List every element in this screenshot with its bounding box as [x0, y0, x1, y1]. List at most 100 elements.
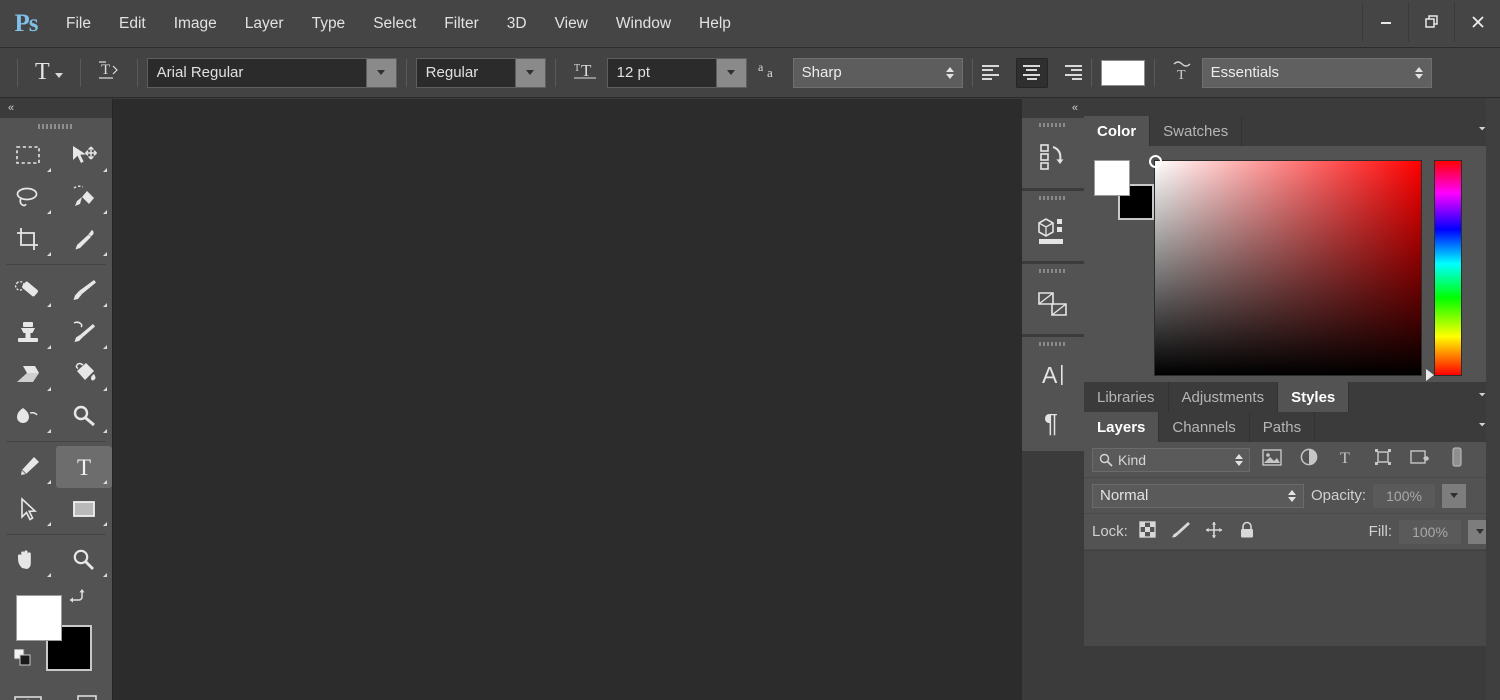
eyedropper-tool[interactable]	[56, 218, 112, 260]
restore-button[interactable]	[1408, 2, 1454, 42]
toolbar-collapse-button[interactable]: «	[0, 98, 112, 118]
menu-file[interactable]: File	[52, 0, 105, 48]
layer-filter-kind-select[interactable]: Kind	[1092, 447, 1250, 472]
warp-text-button[interactable]: T	[1164, 58, 1202, 87]
menu-edit[interactable]: Edit	[105, 0, 160, 48]
menu-3d[interactable]: 3D	[493, 0, 541, 48]
foreground-color-swatch[interactable]	[16, 595, 62, 641]
screen-mode-icon[interactable]	[56, 683, 112, 700]
layers-list[interactable]	[1084, 98, 1500, 700]
panel-drag-grip[interactable]	[1022, 337, 1084, 351]
toolbar-drag-grip[interactable]	[0, 118, 112, 134]
spot-healing-brush-tool[interactable]	[0, 269, 56, 311]
menu-type[interactable]: Type	[298, 0, 360, 48]
text-color-swatch[interactable]	[1100, 59, 1145, 86]
menu-filter[interactable]: Filter	[430, 0, 492, 48]
lock-transparent-pixels-icon[interactable]	[1135, 521, 1161, 542]
tab-adjustments[interactable]: Adjustments	[1168, 382, 1279, 412]
filter-smart-object-icon[interactable]	[1405, 448, 1435, 471]
icon-dock-collapse-button[interactable]: «	[1022, 98, 1084, 118]
quick-mask-icon[interactable]	[0, 683, 56, 700]
tab-swatches[interactable]: Swatches	[1150, 116, 1243, 146]
filter-adjustment-layers-icon[interactable]	[1294, 448, 1324, 471]
move-tool[interactable]	[56, 134, 112, 176]
crop-tool[interactable]	[0, 218, 56, 260]
workspace-select[interactable]: Essentials	[1201, 57, 1432, 88]
panel-drag-grip[interactable]	[1022, 118, 1084, 132]
filter-toggle-icon[interactable]	[1442, 447, 1472, 472]
close-button[interactable]	[1454, 2, 1500, 42]
pen-tool[interactable]	[0, 446, 56, 488]
options-divider	[971, 58, 973, 87]
paint-bucket-tool[interactable]	[56, 353, 112, 395]
filter-shape-layers-icon[interactable]	[1368, 448, 1398, 471]
align-center-button[interactable]	[1015, 57, 1048, 88]
tab-channels[interactable]: Channels	[1159, 412, 1250, 442]
align-left-button[interactable]	[981, 58, 1014, 88]
document-canvas-area[interactable]	[112, 98, 1022, 700]
tab-styles[interactable]: Styles	[1278, 382, 1350, 412]
3d-panel-icon[interactable]	[1022, 205, 1084, 257]
filter-pixel-layers-icon[interactable]	[1257, 448, 1287, 471]
hue-slider[interactable]	[1426, 160, 1462, 381]
blur-tool[interactable]	[0, 395, 56, 437]
tab-layers[interactable]: Layers	[1084, 412, 1160, 442]
zoom-tool[interactable]	[56, 539, 112, 581]
character-panel-icon[interactable]: A	[1022, 351, 1084, 399]
hue-slider-marker[interactable]	[1426, 369, 1434, 381]
opacity-value[interactable]: 100%	[1373, 483, 1436, 508]
tab-paths[interactable]: Paths	[1249, 412, 1316, 442]
color-picker-marker[interactable]	[1149, 155, 1162, 168]
color-panel-foreground-swatch[interactable]	[1094, 160, 1130, 196]
lock-image-pixels-icon[interactable]	[1168, 521, 1194, 542]
minimize-button[interactable]	[1362, 2, 1408, 42]
svg-text:T: T	[101, 62, 110, 78]
panel-drag-grip[interactable]	[1022, 264, 1084, 278]
toggle-text-orientation-button[interactable]: T	[90, 57, 128, 89]
font-size-dropdown-button[interactable]	[715, 58, 746, 87]
type-tool-icon: T	[35, 59, 50, 85]
menu-help[interactable]: Help	[685, 0, 745, 48]
eraser-tool[interactable]	[0, 353, 56, 395]
font-family-dropdown-button[interactable]	[365, 58, 396, 87]
tab-libraries[interactable]: Libraries	[1084, 382, 1169, 412]
font-size-input[interactable]: 12 pt	[606, 57, 747, 88]
lasso-tool[interactable]	[0, 176, 56, 218]
lock-all-icon[interactable]	[1234, 521, 1260, 543]
lock-position-icon[interactable]	[1201, 521, 1227, 543]
panel-drag-grip[interactable]	[1022, 191, 1084, 205]
hand-tool[interactable]	[0, 539, 56, 581]
menu-view[interactable]: View	[541, 0, 602, 48]
menu-window[interactable]: Window	[602, 0, 685, 48]
filter-type-layers-icon[interactable]: T	[1331, 448, 1361, 471]
menu-layer[interactable]: Layer	[231, 0, 298, 48]
history-brush-tool[interactable]	[56, 311, 112, 353]
font-family-input[interactable]: Arial Regular	[146, 57, 397, 88]
rectangular-marquee-tool[interactable]	[0, 134, 56, 176]
menu-image[interactable]: Image	[160, 0, 231, 48]
layers-scrollbar[interactable]	[1486, 98, 1500, 700]
dodge-tool[interactable]	[56, 395, 112, 437]
tab-color[interactable]: Color	[1084, 116, 1151, 146]
blend-mode-select[interactable]: Normal	[1092, 483, 1304, 508]
swap-colors-icon[interactable]	[66, 587, 86, 610]
quick-selection-tool[interactable]	[56, 176, 112, 218]
color-picker-field[interactable]	[1149, 155, 1422, 376]
font-style-input[interactable]: Regular	[415, 57, 546, 88]
clone-stamp-tool[interactable]	[0, 311, 56, 353]
rectangle-tool[interactable]	[56, 488, 112, 530]
properties-panel-icon[interactable]	[1022, 278, 1084, 330]
path-selection-tool[interactable]	[0, 488, 56, 530]
horizontal-type-tool[interactable]: T	[56, 446, 112, 488]
history-panel-icon[interactable]	[1022, 132, 1084, 184]
opacity-dropdown-button[interactable]	[1442, 483, 1467, 508]
default-colors-icon[interactable]	[13, 648, 32, 672]
menu-select[interactable]: Select	[359, 0, 430, 48]
tool-preset-picker[interactable]: T	[27, 59, 71, 86]
paragraph-panel-icon[interactable]: ¶	[1022, 399, 1084, 447]
align-right-button[interactable]	[1050, 58, 1082, 88]
fill-value[interactable]: 100%	[1399, 519, 1461, 544]
anti-aliasing-select[interactable]: Sharp	[792, 57, 963, 88]
font-style-dropdown-button[interactable]	[514, 58, 545, 87]
brush-tool[interactable]	[56, 269, 112, 311]
